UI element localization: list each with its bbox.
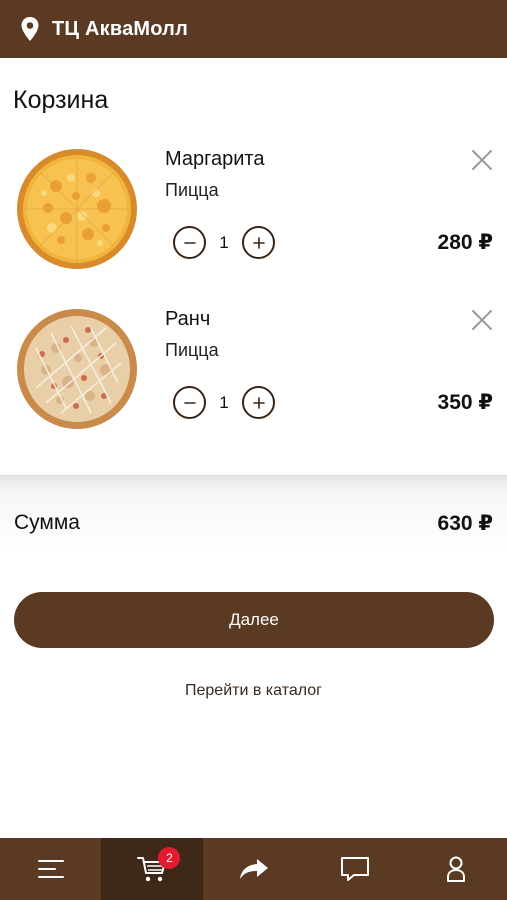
item-category: Пицца bbox=[165, 180, 219, 200]
item-price: 280 ₽ bbox=[437, 231, 493, 254]
minus-icon bbox=[183, 401, 196, 404]
pizza-margherita-image bbox=[17, 149, 137, 269]
quantity-value: 1 bbox=[219, 392, 229, 412]
quantity-stepper: 1 bbox=[173, 226, 275, 259]
chat-bubble-icon bbox=[340, 857, 369, 881]
summary-total: 630 ₽ bbox=[437, 512, 493, 535]
app-header: ТЦ АкваМолл bbox=[0, 0, 507, 58]
pizza-ranch-image bbox=[17, 309, 137, 429]
tab-menu[interactable] bbox=[0, 838, 101, 900]
minus-icon bbox=[183, 241, 196, 244]
cart-item: Ранч Пицца 1 350 ₽ bbox=[0, 308, 507, 458]
tab-profile[interactable] bbox=[406, 838, 507, 900]
location-pin-icon[interactable] bbox=[20, 16, 40, 42]
cart-count-badge: 2 bbox=[158, 847, 181, 869]
plus-icon bbox=[252, 396, 265, 409]
increase-quantity-button[interactable] bbox=[242, 386, 275, 419]
item-price: 350 ₽ bbox=[437, 391, 493, 414]
quantity-stepper: 1 bbox=[173, 386, 275, 419]
decrease-quantity-button[interactable] bbox=[173, 386, 206, 419]
remove-item-icon[interactable] bbox=[470, 148, 494, 172]
location-title[interactable]: ТЦ АкваМолл bbox=[52, 18, 188, 41]
plus-icon bbox=[252, 236, 265, 249]
cart-summary: Сумма 630 ₽ bbox=[0, 475, 507, 565]
increase-quantity-button[interactable] bbox=[242, 226, 275, 259]
profile-icon bbox=[447, 856, 466, 882]
share-arrow-icon bbox=[239, 859, 268, 879]
page-title: Корзина bbox=[13, 86, 109, 114]
go-to-catalog-link[interactable]: Перейти в каталог bbox=[0, 682, 507, 700]
next-button[interactable]: Далее bbox=[14, 592, 494, 648]
bottom-tab-bar: 2 bbox=[0, 838, 507, 900]
menu-icon bbox=[37, 860, 64, 878]
cart-item: Маргарита Пицца 1 280 ₽ bbox=[0, 148, 507, 298]
tab-cart[interactable]: 2 bbox=[101, 838, 203, 900]
tab-share[interactable] bbox=[203, 838, 304, 900]
item-name: Маргарита bbox=[165, 148, 265, 170]
decrease-quantity-button[interactable] bbox=[173, 226, 206, 259]
item-category: Пицца bbox=[165, 340, 219, 360]
tab-messages[interactable] bbox=[304, 838, 405, 900]
quantity-value: 1 bbox=[219, 232, 229, 252]
summary-label: Сумма bbox=[14, 511, 80, 534]
item-name: Ранч bbox=[165, 308, 211, 330]
remove-item-icon[interactable] bbox=[470, 308, 494, 332]
